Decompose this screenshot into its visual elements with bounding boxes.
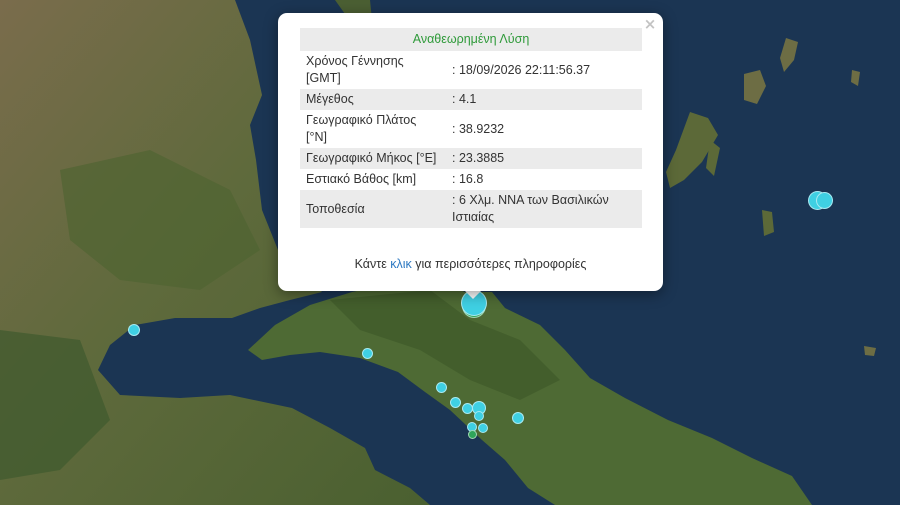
more-info-text: Κάντε κλικ για περισσότερες πληροφορίες: [278, 257, 663, 271]
earthquake-marker[interactable]: [436, 382, 447, 393]
longitude-label: Γεωγραφικό Μήκος [°E]: [300, 148, 446, 169]
origin-time-label: Χρόνος Γέννησης [GMT]: [306, 54, 404, 85]
table-header-row: Αναθεωρημένη Λύση: [300, 28, 642, 51]
table-row-magnitude: Μέγεθος : 4.1: [300, 89, 642, 110]
depth-value: : 16.8: [452, 172, 484, 186]
close-icon[interactable]: ×: [641, 14, 659, 34]
earthquake-marker[interactable]: [474, 411, 484, 421]
popup-title: Αναθεωρημένη Λύση: [300, 28, 642, 51]
latitude-value: : 38.9232: [452, 121, 505, 136]
more-info-suffix: για περισσότερες πληροφορίες: [415, 257, 587, 271]
magnitude-value: : 4.1: [446, 89, 642, 110]
table-row-latitude: Γεωγραφικό Πλάτος [°N] : 38.9232: [300, 110, 642, 148]
earthquake-marker[interactable]: [816, 192, 833, 209]
latitude-label: Γεωγραφικό Πλάτος [°N]: [306, 113, 417, 144]
more-info-prefix: Κάντε: [354, 257, 387, 271]
more-info-link[interactable]: κλικ: [390, 257, 412, 271]
longitude-value: : 23.3885: [446, 148, 642, 169]
location-value: : 6 Χλμ. ΝΝΑ των Βασιλικών Ιστιαίας: [446, 190, 642, 228]
earthquake-marker[interactable]: [512, 412, 524, 424]
earthquake-marker[interactable]: [450, 397, 461, 408]
earthquake-popup: × Αναθεωρημένη Λύση Χρόνος Γέννησης [GMT…: [278, 13, 663, 291]
table-row-origin-time: Χρόνος Γέννησης [GMT] : 18/09/2026 22:11…: [300, 51, 642, 89]
table-row-longitude: Γεωγραφικό Μήκος [°E] : 23.3885: [300, 148, 642, 169]
depth-label: Εστιακό Βάθος [km]: [306, 172, 417, 186]
location-label: Τοποθεσία: [300, 190, 446, 228]
earthquake-marker[interactable]: [128, 324, 140, 336]
table-row-depth: Εστιακό Βάθος [km] : 16.8: [300, 169, 642, 190]
earthquake-marker[interactable]: [468, 430, 477, 439]
earthquake-marker[interactable]: [362, 348, 373, 359]
table-row-location: Τοποθεσία : 6 Χλμ. ΝΝΑ των Βασιλικών Ιστ…: [300, 190, 642, 228]
magnitude-label: Μέγεθος: [300, 89, 446, 110]
origin-time-value: : 18/09/2026 22:11:56.37: [452, 62, 591, 77]
earthquake-marker[interactable]: [478, 423, 488, 433]
earthquake-info-table: Αναθεωρημένη Λύση Χρόνος Γέννησης [GMT] …: [300, 28, 642, 228]
